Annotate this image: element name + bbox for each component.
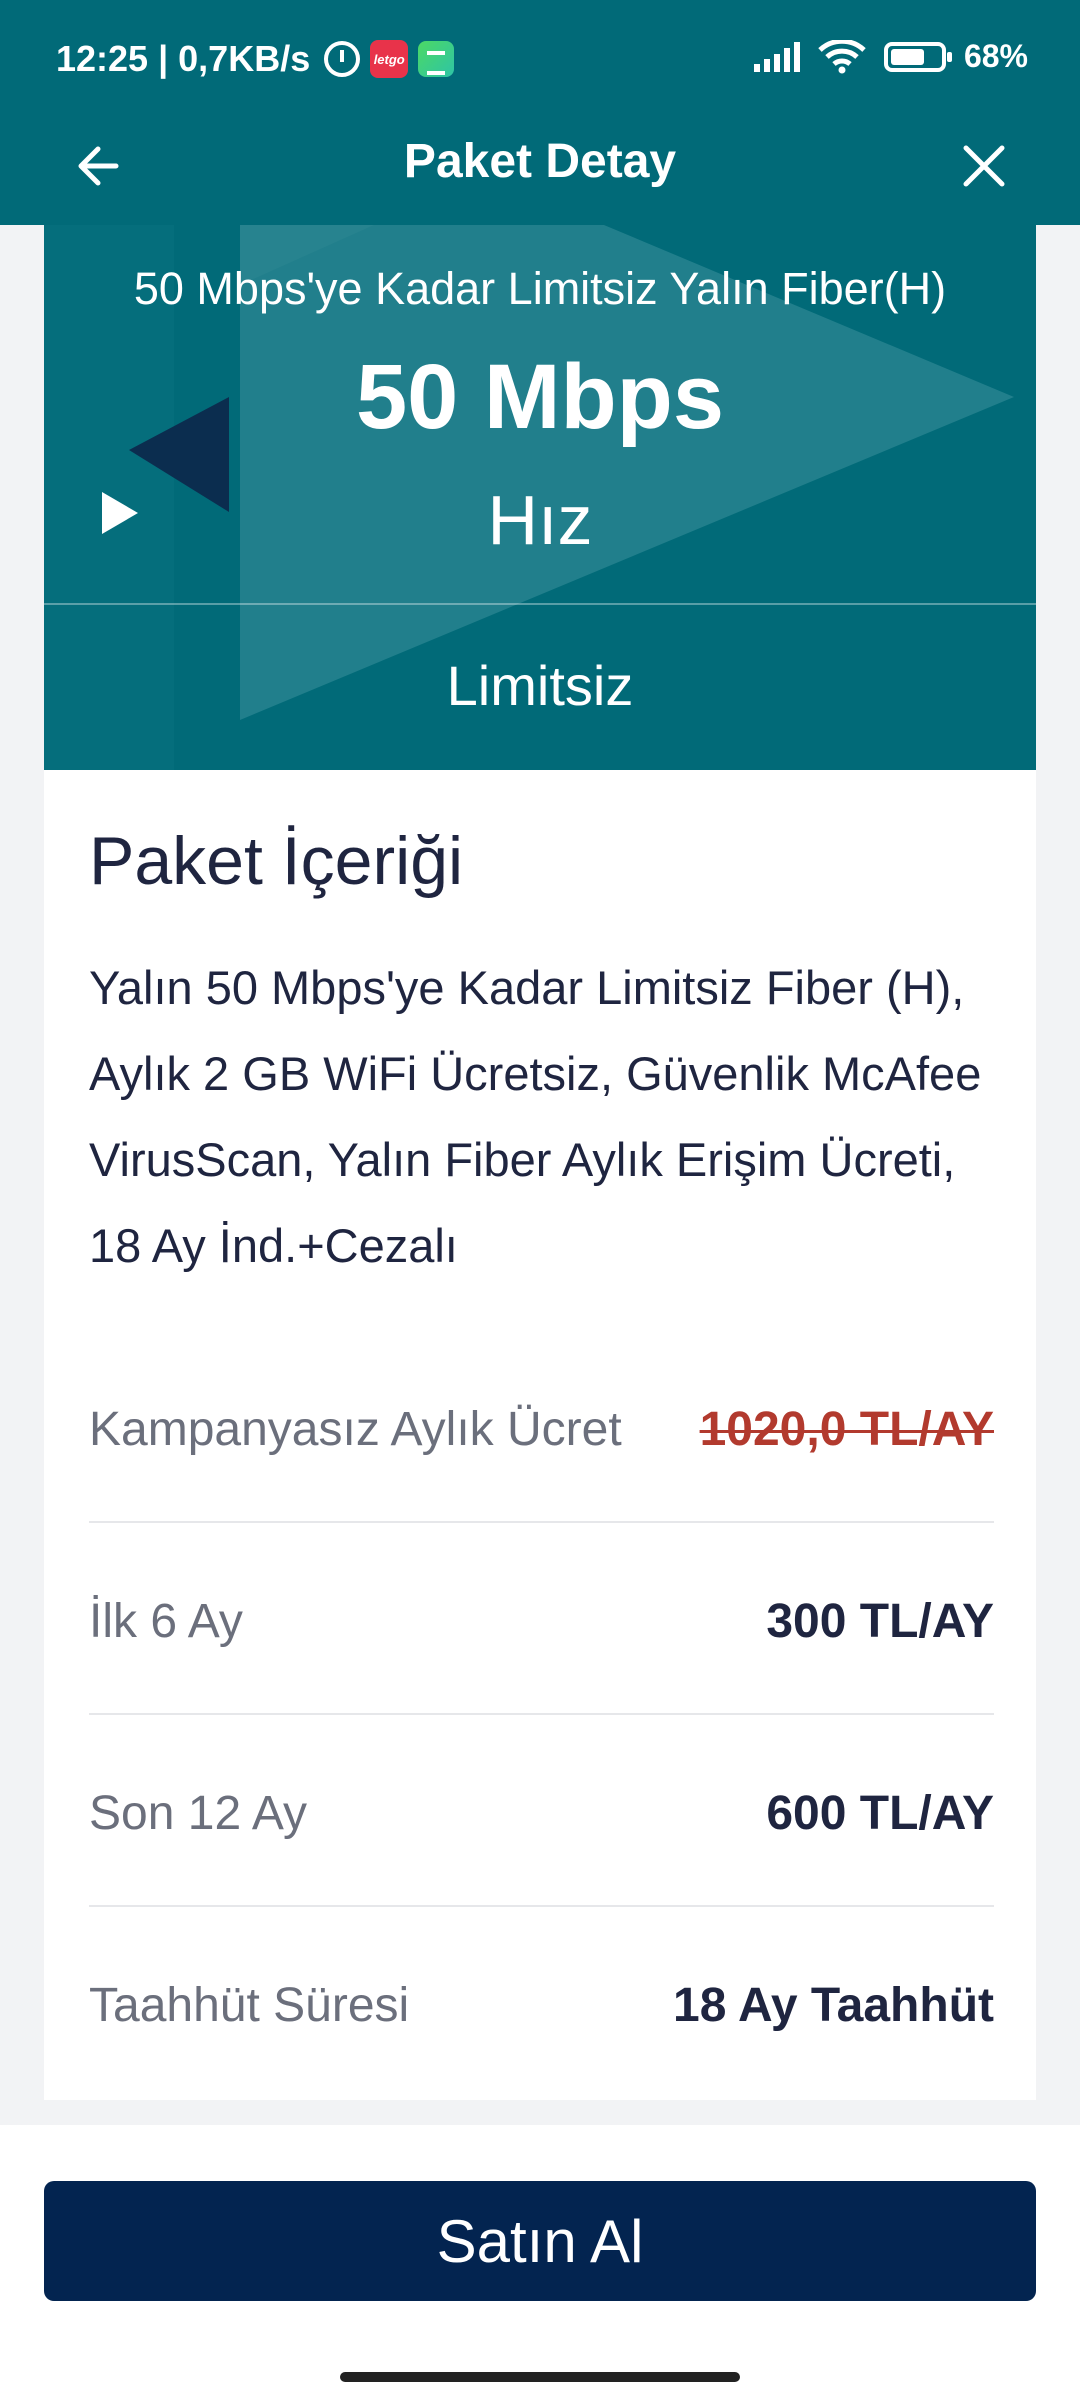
layers-app-icon (418, 41, 455, 77)
row-divider (89, 1521, 994, 1523)
commitment-value: 18 Ay Taahhüt (673, 1978, 994, 2032)
price-row-value: 300 TL/AY (766, 1594, 994, 1648)
price-row-value: 600 TL/AY (766, 1786, 994, 1840)
letgo-app-icon: letgo (370, 40, 409, 78)
package-quota: Limitsiz (446, 654, 634, 717)
hero-divider (44, 603, 1036, 605)
package-speed: 50 Mbps (355, 346, 725, 448)
commitment-row: Taahhüt Süresi 18 Ay Taahhüt (89, 1909, 994, 2101)
wifi-icon (818, 39, 866, 74)
top-bar: 12:25 | 0,7KB/s letgo 68% Paket Detay (0, 0, 1080, 225)
signal-icon (753, 41, 800, 72)
status-bar: 12:25 | 0,7KB/s letgo 68% (0, 0, 1080, 120)
price-row-first-6-months: İlk 6 Ay 300 TL/AY (89, 1525, 994, 1717)
price-row-label: Kampanyasız Aylık Ücret (89, 1402, 622, 1456)
page-title: Paket Detay (403, 135, 677, 188)
price-row-last-12-months: Son 12 Ay 600 TL/AY (89, 1717, 994, 1909)
close-button[interactable] (954, 136, 1014, 196)
battery-icon (883, 41, 952, 72)
status-left: 12:25 | 0,7KB/s letgo (56, 38, 455, 80)
bottom-action-bar: Satın Al (0, 2125, 1080, 2400)
price-row-campaignless: Kampanyasız Aylık Ücret 1020,0 TL/AY (89, 1333, 994, 1525)
battery-percent: 68% (963, 38, 1028, 74)
content-description: Yalın 50 Mbps'ye Kadar Limitsiz Fiber (H… (89, 961, 982, 1272)
app-bar: Paket Detay (0, 120, 1080, 225)
old-price-value: 1020,0 TL/AY (699, 1402, 994, 1456)
package-hero: 50 Mbps'ye Kadar Limitsiz Yalın Fiber(H)… (44, 225, 1036, 770)
speed-label: Hız (487, 481, 593, 559)
content-title: Paket İçeriği (89, 823, 464, 899)
home-indicator[interactable] (340, 2372, 740, 2382)
status-right: 68% (753, 38, 1028, 75)
commitment-label: Taahhüt Süresi (89, 1978, 410, 2032)
package-content-card: Paket İçeriği Yalın 50 Mbps'ye Kadar Lim… (44, 770, 1036, 2100)
row-divider (89, 1713, 994, 1715)
package-name: 50 Mbps'ye Kadar Limitsiz Yalın Fiber(H) (133, 263, 947, 314)
buy-button[interactable]: Satın Al (44, 2181, 1036, 2301)
price-row-label: İlk 6 Ay (89, 1594, 243, 1648)
close-icon (963, 145, 1005, 187)
row-divider (89, 1905, 994, 1907)
battery-fill (890, 48, 924, 65)
price-row-label: Son 12 Ay (89, 1786, 307, 1840)
status-time: 12:25 | 0,7KB/s (56, 38, 311, 79)
alarm-icon (324, 41, 361, 77)
